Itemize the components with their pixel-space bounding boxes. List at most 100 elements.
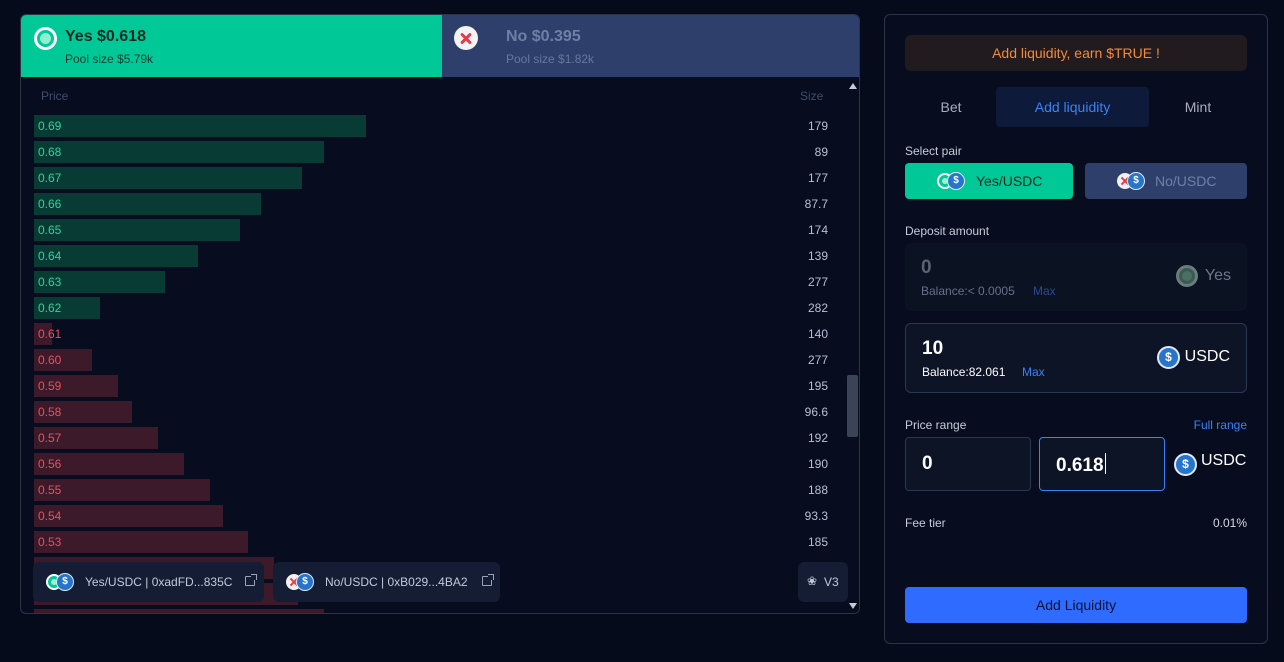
row-price: 0.63	[38, 275, 62, 289]
no-usdc-pair-icon: $	[1117, 171, 1151, 191]
uniswap-version-badge[interactable]: ❀ V3	[798, 562, 848, 602]
fee-tier-value: 0.01%	[1212, 516, 1247, 530]
deposit-yes-max-button[interactable]: Max	[1033, 284, 1056, 298]
deposit-usdc-token: USDC	[1184, 348, 1230, 365]
row-price: 0.53	[38, 535, 62, 549]
ask-row[interactable]: 0.69 179	[34, 115, 834, 137]
row-size: 89	[814, 145, 828, 159]
no-outcome-tab[interactable]: No $0.395 Pool size $1.82k	[442, 15, 859, 77]
deposit-usdc-max-button[interactable]: Max	[1022, 365, 1045, 379]
tab-bet[interactable]: Bet	[905, 87, 997, 127]
row-price: 0.69	[38, 119, 62, 133]
row-size: 174	[807, 223, 828, 237]
depth-bar	[34, 141, 324, 163]
ask-row[interactable]: 0.66 87.7	[34, 193, 834, 215]
yes-pool-address: Yes/USDC | 0xadFD...835C	[85, 575, 233, 589]
row-size: 177	[807, 171, 828, 185]
bid-row[interactable]: 0.56 190	[34, 453, 834, 475]
row-size: 87.7	[804, 197, 828, 211]
no-pool-address: No/USDC | 0xB029...4BA2	[325, 575, 468, 589]
pair-yes-label: Yes/USDC	[976, 173, 1043, 189]
yes-pool-link[interactable]: $ Yes/USDC | 0xadFD...835C	[33, 562, 264, 602]
row-size: 188	[807, 483, 828, 497]
ask-row[interactable]: 0.63 277	[34, 271, 834, 293]
range-min-input[interactable]: 0	[905, 437, 1031, 491]
depth-bar	[34, 167, 302, 189]
bid-row[interactable]: 0.57 192	[34, 427, 834, 449]
bid-row[interactable]: 0.58 96.6	[34, 401, 834, 423]
row-price: 0.61	[38, 327, 62, 341]
row-price: 0.57	[38, 431, 62, 445]
depth-bar	[34, 609, 324, 613]
pair-yes-usdc-button[interactable]: $ Yes/USDC	[905, 163, 1073, 199]
yes-outcome-tab[interactable]: Yes $0.618 Pool size $5.79k	[21, 15, 442, 77]
row-size: 139	[807, 249, 828, 263]
price-column-header: Price	[41, 89, 69, 103]
deposit-usdc-balance: Balance:82.061	[922, 365, 1006, 379]
row-size: 277	[807, 275, 828, 289]
row-price: 0.67	[38, 171, 62, 185]
bid-row[interactable]: 0.61 140	[34, 323, 834, 345]
row-size: 277	[807, 353, 828, 367]
row-price: 0.59	[38, 379, 62, 393]
full-range-button[interactable]: Full range	[1194, 418, 1247, 432]
scroll-thumb[interactable]	[847, 375, 858, 437]
uniswap-icon: ❀	[807, 574, 818, 588]
range-max-input[interactable]: 0.618	[1039, 437, 1165, 491]
row-price: 0.66	[38, 197, 62, 211]
orderbook-rows: 0.69 179 0.68 89 0.67 177 0.66 87.7 0.65 174 0.64 1…	[34, 115, 834, 613]
deposit-usdc-amount[interactable]: 10	[922, 338, 943, 360]
pair-no-usdc-button[interactable]: $ No/USDC	[1085, 163, 1247, 199]
yes-usdc-pair-icon: $	[937, 171, 971, 191]
pair-no-label: No/USDC	[1155, 173, 1217, 189]
liquidity-panel: Add liquidity, earn $TRUE ! Bet Add liqu…	[884, 14, 1268, 644]
deposit-yes-field[interactable]: 0 Balance:< 0.0005 Max Yes	[905, 243, 1247, 311]
no-pool-size: Pool size $1.82k	[506, 52, 595, 66]
ask-row[interactable]: 0.67 177	[34, 167, 834, 189]
bid-row[interactable]: 0.53 185	[34, 531, 834, 553]
fee-tier-label: Fee tier	[905, 516, 946, 530]
depth-bar	[34, 219, 240, 241]
scroll-down-arrow-icon[interactable]	[849, 603, 857, 609]
row-price: 0.64	[38, 249, 62, 263]
ask-row[interactable]: 0.65 174	[34, 219, 834, 241]
ask-row[interactable]: 0.62 282	[34, 297, 834, 319]
depth-bar	[34, 193, 261, 215]
bid-row[interactable]: 0.59 195	[34, 375, 834, 397]
tab-add-liquidity[interactable]: Add liquidity	[996, 87, 1149, 127]
orderbook-scrollbar[interactable]	[845, 77, 859, 613]
bid-row[interactable]: 0.55 188	[34, 479, 834, 501]
row-price: 0.54	[38, 509, 62, 523]
yes-usdc-pair-icon: $	[46, 572, 80, 592]
row-size: 185	[807, 535, 828, 549]
no-outcome-icon	[454, 26, 478, 50]
bid-row[interactable]: 0.54 93.3	[34, 505, 834, 527]
row-size: 190	[807, 457, 828, 471]
ask-row[interactable]: 0.68 89	[34, 141, 834, 163]
deposit-yes-amount[interactable]: 0	[921, 257, 932, 279]
ask-row[interactable]: 0.64 139	[34, 245, 834, 267]
row-price: 0.56	[38, 457, 62, 471]
external-link-icon[interactable]	[482, 574, 494, 586]
no-pool-link[interactable]: $ No/USDC | 0xB029...4BA2	[273, 562, 500, 602]
bid-row[interactable]	[34, 609, 834, 613]
usdc-icon: $	[56, 573, 74, 591]
row-size: 140	[807, 327, 828, 341]
deposit-amount-label: Deposit amount	[905, 224, 990, 238]
orderbook-panel: Yes $0.618 Pool size $5.79k No $0.395 Po…	[20, 14, 860, 614]
usdc-icon: $	[1127, 172, 1145, 190]
deposit-yes-token: Yes	[1204, 267, 1231, 284]
yes-token-icon	[1176, 265, 1198, 287]
yes-price: Yes $0.618	[65, 28, 146, 45]
deposit-usdc-field[interactable]: 10 Balance:82.061 Max $ USDC	[905, 323, 1247, 393]
deposit-yes-balance: Balance:< 0.0005	[921, 284, 1015, 298]
row-size: 179	[807, 119, 828, 133]
earn-banner[interactable]: Add liquidity, earn $TRUE !	[905, 35, 1247, 71]
yes-outcome-icon	[34, 27, 57, 50]
scroll-up-arrow-icon[interactable]	[849, 83, 857, 89]
tab-mint[interactable]: Mint	[1149, 87, 1247, 127]
size-column-header: Size	[800, 89, 824, 103]
add-liquidity-button[interactable]: Add Liquidity	[905, 587, 1247, 623]
external-link-icon[interactable]	[245, 574, 257, 586]
bid-row[interactable]: 0.60 277	[34, 349, 834, 371]
